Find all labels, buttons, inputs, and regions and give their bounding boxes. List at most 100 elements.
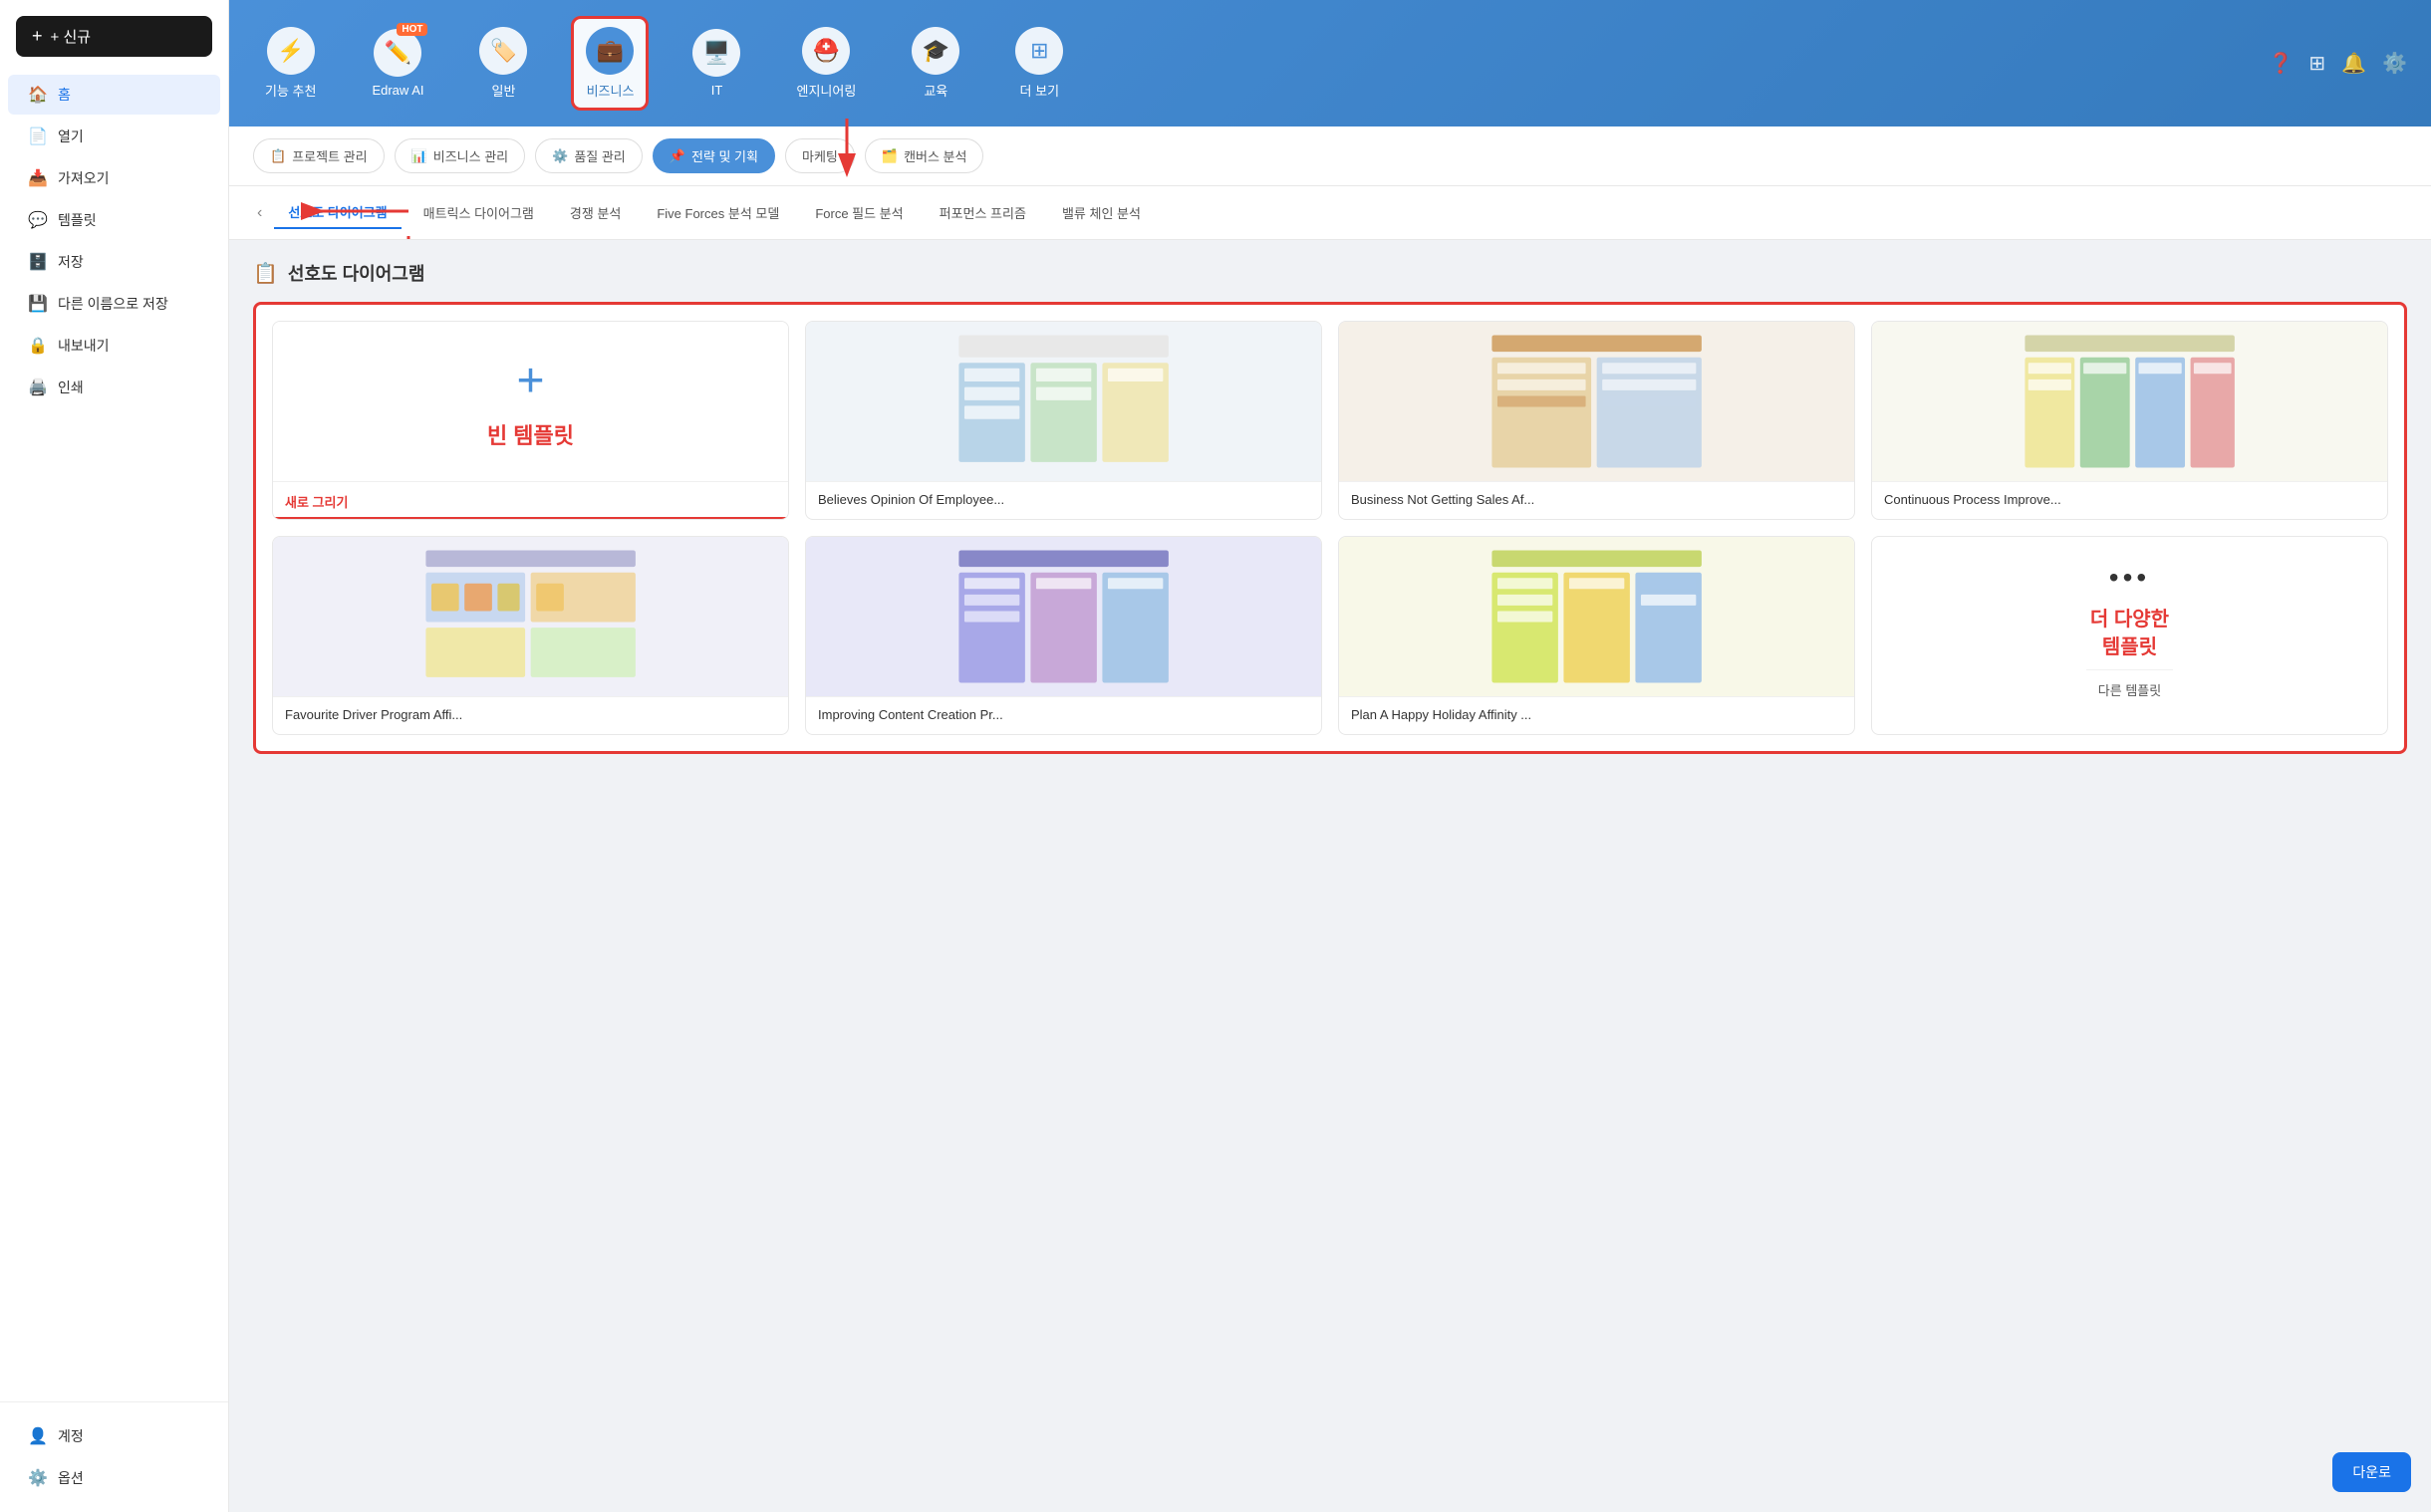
business-tab-icon: 📊 [411, 148, 427, 164]
template-card-continuous[interactable]: Continuous Process Improve... [1871, 321, 2388, 520]
sidebar-label-import: 가져오기 [58, 168, 110, 188]
top-icon-general-label: 일반 [492, 81, 516, 100]
template-card-favourite[interactable]: Favourite Driver Program Affi... [272, 536, 789, 735]
sidebar-label-save-as: 다른 이름으로 저장 [58, 294, 168, 314]
new-button[interactable]: + + 신규 [16, 16, 212, 57]
template-card-business-sales[interactable]: Business Not Getting Sales Af... [1338, 321, 1855, 520]
sub-tab-matrix[interactable]: 매트릭스 다이어그램 [409, 197, 548, 228]
sidebar-label-storage: 저장 [58, 252, 84, 272]
top-icon-edraw-ai-label: Edraw AI [372, 83, 423, 98]
sidebar-item-home[interactable]: 🏠 홈 [8, 75, 220, 115]
sub-tab-five-forces[interactable]: Five Forces 분석 모델 [643, 197, 793, 228]
apps-icon[interactable]: ⊞ [2308, 51, 2325, 76]
top-icon-engineering[interactable]: ⛑️ 엔지니어링 [784, 19, 868, 108]
believes-label: Believes Opinion Of Employee... [806, 481, 1321, 517]
sub-tab-competition[interactable]: 경쟁 분석 [556, 197, 635, 228]
export-icon: 🔒 [28, 336, 48, 356]
sub-tab-competition-label: 경쟁 분석 [570, 206, 621, 221]
import-icon: 📥 [28, 168, 48, 188]
hot-badge: HOT [397, 23, 427, 36]
top-icon-feature[interactable]: ⚡ 기능 추천 [253, 19, 328, 108]
arrow-to-section [379, 234, 438, 240]
bell-icon[interactable]: 🔔 [2341, 51, 2366, 76]
help-icon[interactable]: ❓ [2269, 51, 2294, 76]
sub-tab-value-chain[interactable]: 밸류 체인 분석 [1048, 197, 1155, 228]
template-icon: 💬 [28, 210, 48, 230]
cat-tab-strategy[interactable]: 📌 전략 및 기획 [653, 138, 775, 173]
sidebar-label-export: 내보내기 [58, 336, 110, 356]
cat-tab-quality[interactable]: ⚙️ 품질 관리 [535, 138, 643, 173]
cat-tab-canvas-label: 캔버스 분석 [904, 146, 966, 165]
sub-tab-affinity[interactable]: 선호도 다이어그램 [274, 196, 401, 229]
top-icon-education-label: 교육 [924, 81, 947, 100]
business-icon-circle: 💼 [586, 27, 634, 75]
cat-tab-project-label: 프로젝트 관리 [292, 146, 367, 165]
top-icon-more[interactable]: ⊞ 더 보기 [1003, 19, 1075, 108]
template-card-more[interactable]: ••• 더 다양한 템플릿 다른 템플릿 [1871, 536, 2388, 735]
plan-holiday-label: Plan A Happy Holiday Affinity ... [1339, 696, 1854, 732]
sub-tabs: ‹ 선호도 다이어그램 매트릭스 다이어그램 경쟁 분석 Five Forces… [229, 186, 2431, 240]
download-button[interactable]: 다운로 [2332, 1452, 2411, 1492]
more-label: 다른 템플릿 [2086, 669, 2173, 709]
sidebar-item-options[interactable]: ⚙️ 옵션 [8, 1458, 220, 1498]
template-card-believes[interactable]: Believes Opinion Of Employee... [805, 321, 1322, 520]
settings-icon[interactable]: ⚙️ [2382, 51, 2407, 76]
cat-tab-marketing[interactable]: 마케팅 [785, 138, 855, 173]
sidebar-item-print[interactable]: 🖨️ 인쇄 [8, 368, 220, 407]
sub-tab-performance-label: 퍼포먼스 프리즘 [940, 206, 1026, 221]
options-icon: ⚙️ [28, 1468, 48, 1488]
template-grid: + 빈 템플릿 새로 그리기 [253, 302, 2407, 754]
cat-tab-canvas[interactable]: 🗂️ 캔버스 분석 [865, 138, 984, 173]
it-icon-circle: 🖥️ [692, 29, 740, 77]
sidebar-item-save-as[interactable]: 💾 다른 이름으로 저장 [8, 284, 220, 324]
sub-tab-prev-arrow[interactable]: ‹ [253, 200, 266, 226]
believes-thumb [806, 322, 1321, 481]
sub-tab-performance[interactable]: 퍼포먼스 프리즘 [926, 197, 1040, 228]
content-area: 📋 선호도 다이어그램 + 빈 템플릿 새로 그리기 [229, 240, 2431, 1512]
cat-tab-business[interactable]: 📊 비즈니스 관리 [395, 138, 526, 173]
top-icon-more-label: 더 보기 [1020, 81, 1060, 100]
sidebar-item-open[interactable]: 📄 열기 [8, 117, 220, 156]
plan-holiday-thumb [1339, 537, 1854, 696]
favourite-diagram [299, 545, 762, 688]
new-button-label: + 신규 [51, 26, 92, 47]
blank-thumb: + 빈 템플릿 [273, 322, 788, 481]
template-card-blank[interactable]: + 빈 템플릿 새로 그리기 [272, 321, 789, 520]
sidebar: + + 신규 🏠 홈 📄 열기 📥 가져오기 💬 템플릿 🗄️ 저장 💾 다른 … [0, 0, 229, 1512]
sidebar-bottom: 👤 계정 ⚙️ 옵션 [0, 1401, 228, 1512]
cat-tab-quality-label: 품질 관리 [574, 146, 625, 165]
top-icon-education[interactable]: 🎓 교육 [900, 19, 971, 108]
feature-icon-circle: ⚡ [267, 27, 315, 75]
template-card-improving[interactable]: Improving Content Creation Pr... [805, 536, 1322, 735]
continuous-label: Continuous Process Improve... [1872, 481, 2387, 517]
account-icon: 👤 [28, 1426, 48, 1446]
section-header: 📋 선호도 다이어그램 [253, 260, 2407, 286]
plus-icon: + [32, 26, 43, 47]
sidebar-item-account[interactable]: 👤 계정 [8, 1416, 220, 1456]
sub-tab-force-field[interactable]: Force 필드 분석 [801, 197, 917, 228]
sidebar-item-template[interactable]: 💬 템플릿 [8, 200, 220, 240]
home-icon: 🏠 [28, 85, 48, 105]
sidebar-label-template: 템플릿 [58, 210, 97, 230]
engineering-icon-circle: ⛑️ [802, 27, 850, 75]
file-icon: 📄 [28, 126, 48, 146]
template-card-plan-holiday[interactable]: Plan A Happy Holiday Affinity ... [1338, 536, 1855, 735]
improving-diagram [832, 545, 1295, 688]
cat-tab-strategy-label: 전략 및 기획 [691, 146, 758, 165]
main-content: ⚡ 기능 추천 HOT ✏️ Edraw AI 🏷️ 일반 💼 비즈니스 🖥️ [229, 0, 2431, 1512]
business-sales-label: Business Not Getting Sales Af... [1339, 481, 1854, 517]
top-icon-it-label: IT [711, 83, 723, 98]
strategy-tab-icon: 📌 [670, 148, 685, 164]
section-icon: 📋 [253, 261, 278, 286]
top-icon-business-label: 비즈니스 [587, 81, 635, 100]
sidebar-item-export[interactable]: 🔒 내보내기 [8, 326, 220, 366]
top-icon-general[interactable]: 🏷️ 일반 [467, 19, 539, 108]
top-icon-it[interactable]: 🖥️ IT [680, 21, 752, 106]
top-icon-business[interactable]: 💼 비즈니스 [571, 16, 649, 111]
improving-label: Improving Content Creation Pr... [806, 696, 1321, 732]
top-icon-edraw-ai[interactable]: HOT ✏️ Edraw AI [360, 21, 435, 106]
cat-tab-project[interactable]: 📋 프로젝트 관리 [253, 138, 385, 173]
sidebar-item-storage[interactable]: 🗄️ 저장 [8, 242, 220, 282]
sidebar-item-import[interactable]: 📥 가져오기 [8, 158, 220, 198]
favourite-label: Favourite Driver Program Affi... [273, 696, 788, 732]
